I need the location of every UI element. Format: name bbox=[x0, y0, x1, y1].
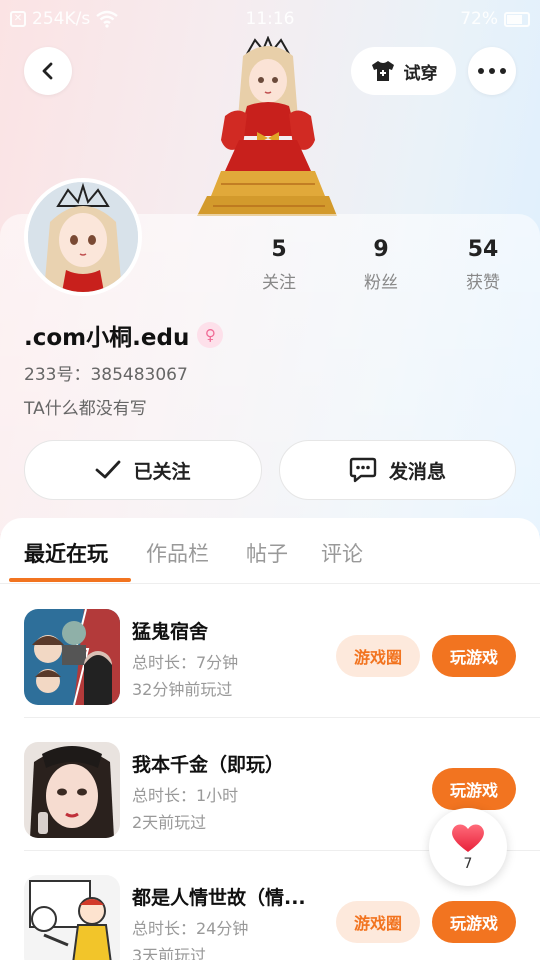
active-tab-indicator bbox=[9, 578, 131, 582]
send-message-label: 发消息 bbox=[388, 460, 446, 483]
stat-label: 粉丝 bbox=[364, 273, 398, 293]
game-title: 我本千金（即玩） bbox=[132, 754, 285, 776]
game-last-played: 2天前玩过 bbox=[132, 813, 207, 832]
game-circle-button[interactable]: 游戏圈 bbox=[336, 635, 420, 677]
username-text: .com小桐.edu bbox=[24, 325, 190, 351]
user-id: 233号：385483067 bbox=[24, 365, 188, 385]
battery-icon bbox=[504, 11, 530, 27]
back-button[interactable] bbox=[24, 47, 72, 95]
back-arrow-icon bbox=[42, 62, 53, 80]
game-title: 都是人情世故（情... bbox=[132, 887, 306, 909]
profile-stats: 5 关注 9 粉丝 54 获赞 bbox=[222, 236, 540, 296]
female-icon: ♀ bbox=[197, 322, 224, 348]
tab-posts[interactable]: 帖子 bbox=[246, 538, 288, 568]
followed-label: 已关注 bbox=[133, 460, 191, 483]
play-game-button[interactable]: 玩游戏 bbox=[432, 901, 516, 943]
list-item[interactable]: 猛鬼宿舍 总时长：7分钟 32分钟前玩过 游戏圈 玩游戏 bbox=[0, 585, 540, 718]
game-duration: 总时长：7分钟 bbox=[132, 653, 239, 672]
game-circle-button[interactable]: 游戏圈 bbox=[336, 901, 420, 943]
send-message-button[interactable]: 发消息 bbox=[279, 440, 516, 500]
play-game-button[interactable]: 玩游戏 bbox=[432, 768, 516, 810]
shirt-icon bbox=[371, 61, 394, 81]
game-cover[interactable] bbox=[24, 742, 120, 838]
floating-like-button[interactable]: 7 bbox=[429, 808, 507, 886]
content-panel: 最近在玩 作品栏 帖子 评论 猛鬼宿舍 总时长：7分钟 32分钟前玩过 游戏圈 … bbox=[0, 518, 540, 960]
stat-label: 获赞 bbox=[466, 273, 500, 293]
avatar[interactable] bbox=[24, 178, 142, 296]
game-duration: 总时长：1小时 bbox=[132, 786, 239, 805]
stat-value: 5 bbox=[271, 237, 287, 262]
followed-button[interactable]: 已关注 bbox=[24, 440, 262, 500]
status-right: 72% bbox=[460, 9, 530, 29]
tab-recently-played[interactable]: 最近在玩 bbox=[24, 538, 108, 568]
game-title: 猛鬼宿舍 bbox=[132, 621, 209, 643]
stat-label: 关注 bbox=[262, 273, 296, 293]
stat-likes[interactable]: 54 获赞 bbox=[428, 236, 538, 293]
chat-bubble-icon bbox=[349, 457, 377, 483]
game-last-played: 32分钟前玩过 bbox=[132, 680, 233, 699]
game-duration: 总时长：24分钟 bbox=[132, 919, 249, 938]
stat-following[interactable]: 5 关注 bbox=[224, 236, 334, 293]
status-bar: ✕ 254K/s 11:16 72% bbox=[0, 0, 540, 40]
tab-works[interactable]: 作品栏 bbox=[146, 538, 209, 568]
bio: TA什么都没有写 bbox=[24, 399, 147, 419]
play-game-button[interactable]: 玩游戏 bbox=[432, 635, 516, 677]
character-illustration bbox=[197, 36, 337, 216]
stat-value: 9 bbox=[373, 237, 389, 262]
tab-bar: 最近在玩 作品栏 帖子 评论 bbox=[0, 518, 540, 584]
more-button[interactable] bbox=[468, 47, 516, 95]
tab-comments[interactable]: 评论 bbox=[321, 538, 363, 568]
more-dots-icon bbox=[478, 68, 506, 74]
heart-icon bbox=[452, 824, 484, 852]
game-cover[interactable] bbox=[24, 875, 120, 960]
game-cover[interactable] bbox=[24, 609, 120, 705]
game-last-played: 3天前玩过 bbox=[132, 946, 207, 960]
stat-followers[interactable]: 9 粉丝 bbox=[326, 236, 436, 293]
try-on-label: 试穿 bbox=[403, 63, 438, 84]
checkmark-icon bbox=[96, 460, 121, 479]
avatar-image bbox=[28, 182, 138, 292]
stat-value: 54 bbox=[467, 237, 499, 262]
clock: 11:16 bbox=[245, 9, 295, 29]
try-on-button[interactable]: 试穿 bbox=[351, 47, 456, 95]
username: .com小桐.edu ♀ bbox=[24, 318, 224, 352]
like-count: 7 bbox=[463, 856, 473, 872]
battery-percent: 72% bbox=[460, 9, 498, 29]
